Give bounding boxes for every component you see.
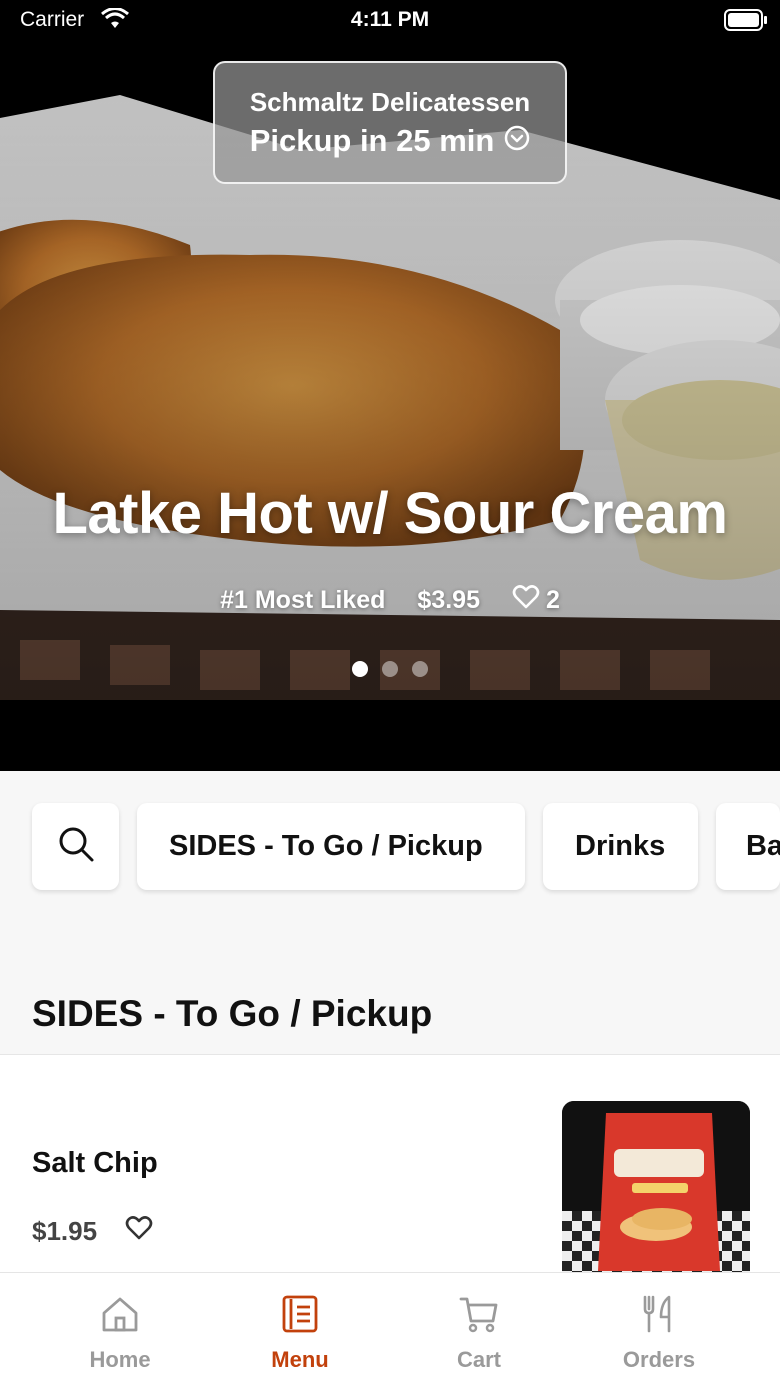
menu-item-price: $1.95 bbox=[32, 1216, 98, 1246]
tab-cart-label: Cart bbox=[456, 1347, 501, 1372]
tab-home-label: Home bbox=[89, 1347, 151, 1372]
tab-orders[interactable]: Orders bbox=[569, 1293, 749, 1373]
section-title: SIDES - To Go / Pickup bbox=[32, 993, 433, 1034]
menu-icon bbox=[282, 1293, 318, 1335]
orders-icon bbox=[641, 1293, 677, 1335]
pickup-time-row: Pickup in 25 min bbox=[215, 123, 565, 159]
chevron-down-icon bbox=[504, 123, 530, 159]
carousel-dot-2[interactable] bbox=[382, 661, 398, 677]
featured-likes[interactable]: 2 bbox=[512, 584, 560, 617]
featured-like-count: 2 bbox=[545, 586, 560, 614]
tab-orders-label: Orders bbox=[622, 1347, 696, 1372]
status-time: 4:11 PM bbox=[350, 8, 430, 31]
restaurant-name: Schmaltz Delicatessen bbox=[249, 87, 531, 117]
menu-item-photo bbox=[562, 1101, 750, 1285]
home-icon bbox=[100, 1293, 140, 1335]
carousel-dot-3[interactable] bbox=[412, 661, 428, 677]
category-bar: SIDES - To Go / Pickup Drinks Ba bbox=[0, 771, 780, 931]
tab-menu[interactable]: Menu bbox=[210, 1293, 390, 1373]
tab-menu-label: Menu bbox=[271, 1347, 329, 1372]
menu-item-name: Salt Chip bbox=[32, 1147, 158, 1179]
category-chip-sides[interactable]: SIDES - To Go / Pickup bbox=[137, 803, 525, 890]
featured-price: $3.95 bbox=[417, 586, 480, 614]
search-icon bbox=[56, 824, 96, 869]
pickup-time: Pickup in 25 min bbox=[249, 123, 495, 158]
battery-icon bbox=[724, 9, 768, 36]
tab-cart[interactable]: Cart bbox=[389, 1293, 569, 1373]
carousel-dots[interactable] bbox=[0, 661, 780, 677]
tab-home[interactable]: Home bbox=[30, 1293, 210, 1373]
category-chip-next[interactable]: Ba bbox=[716, 803, 780, 890]
cart-icon bbox=[459, 1293, 499, 1335]
heart-icon bbox=[512, 584, 540, 617]
heart-icon[interactable] bbox=[125, 1215, 153, 1248]
pickup-selector[interactable]: Schmaltz Delicatessen Pickup in 25 min bbox=[213, 61, 567, 184]
hero-banner[interactable]: Carrier 4:11 PM Schmaltz Delicatessen Pi… bbox=[0, 0, 780, 771]
featured-item-meta: #1 Most Liked $3.95 2 bbox=[0, 584, 780, 617]
tab-bar: Home Menu Cart Orders bbox=[0, 1272, 780, 1387]
featured-rank: #1 Most Liked bbox=[220, 586, 386, 614]
menu-item-list: Salt Chip $1.95 bbox=[0, 1054, 780, 1285]
carousel-dot-1[interactable] bbox=[352, 661, 368, 677]
status-bar: Carrier 4:11 PM bbox=[0, 0, 780, 40]
search-button[interactable] bbox=[32, 803, 119, 890]
category-chip-drinks[interactable]: Drinks bbox=[543, 803, 698, 890]
featured-item-title[interactable]: Latke Hot w/ Sour Cream bbox=[0, 480, 780, 547]
menu-item-meta: $1.95 bbox=[32, 1215, 153, 1248]
